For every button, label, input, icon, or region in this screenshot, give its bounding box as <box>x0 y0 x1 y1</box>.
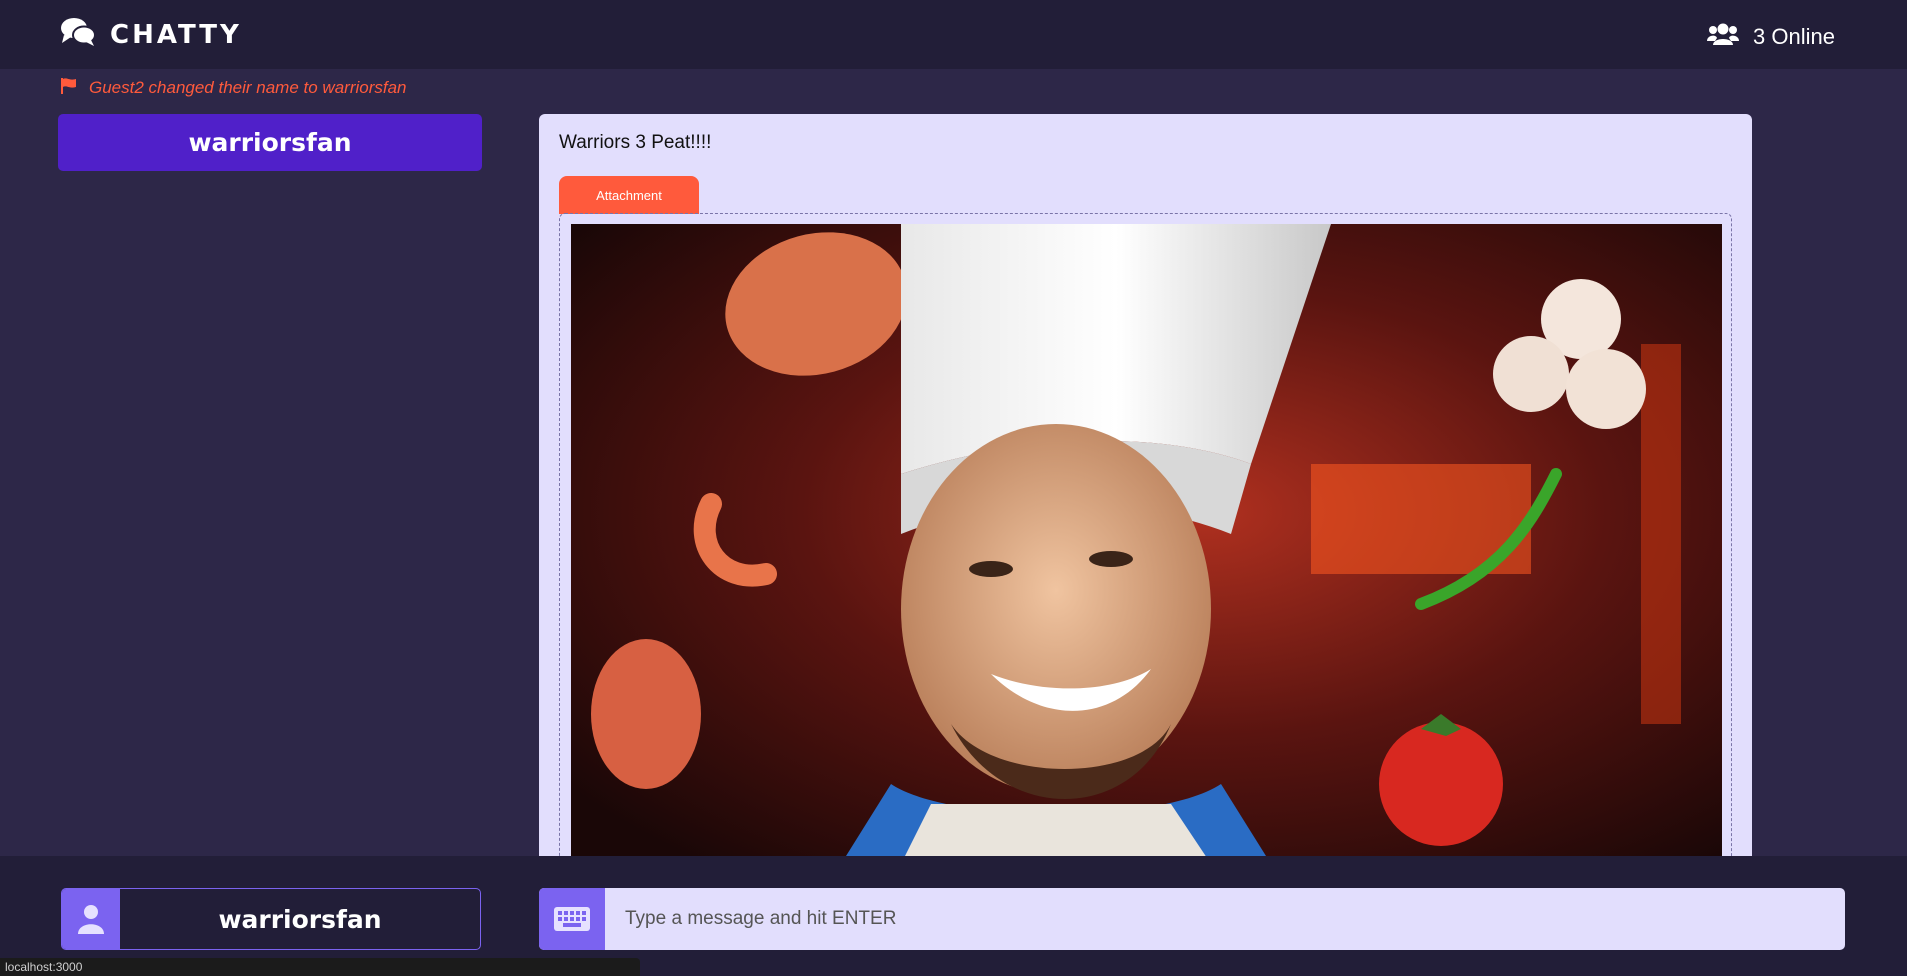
status-url: localhost:3000 <box>0 958 640 976</box>
sidebar-user-name: warriorsfan <box>188 128 352 157</box>
message-input[interactable] <box>605 888 1845 950</box>
message-card: Warriors 3 Peat!!!! Attachment <box>539 114 1752 856</box>
sidebar-user-item[interactable]: warriorsfan <box>58 114 482 171</box>
system-notification: Guest2 changed their name to warriorsfan <box>60 77 407 99</box>
brand-name: CHATTY <box>110 19 242 50</box>
online-indicator: 3 Online <box>1707 22 1835 51</box>
notification-text: Guest2 changed their name to warriorsfan <box>89 78 407 97</box>
users-icon <box>1707 22 1740 51</box>
username-field[interactable]: warriorsfan <box>61 888 481 950</box>
attachment-frame <box>559 213 1732 856</box>
app-header: CHATTY 3 Online <box>0 0 1907 69</box>
message-field[interactable] <box>539 888 1845 950</box>
brand[interactable]: CHATTY <box>60 16 242 53</box>
message-text: Warriors 3 Peat!!!! <box>559 132 712 153</box>
flag-icon <box>60 77 77 99</box>
keyboard-icon <box>539 888 605 950</box>
attachment-tab[interactable]: Attachment <box>559 176 699 214</box>
chat-bubbles-icon <box>60 16 96 53</box>
attachment-image[interactable] <box>571 224 1722 856</box>
user-icon <box>62 889 120 949</box>
online-count: 3 Online <box>1753 23 1835 49</box>
username-value[interactable]: warriorsfan <box>120 889 480 949</box>
